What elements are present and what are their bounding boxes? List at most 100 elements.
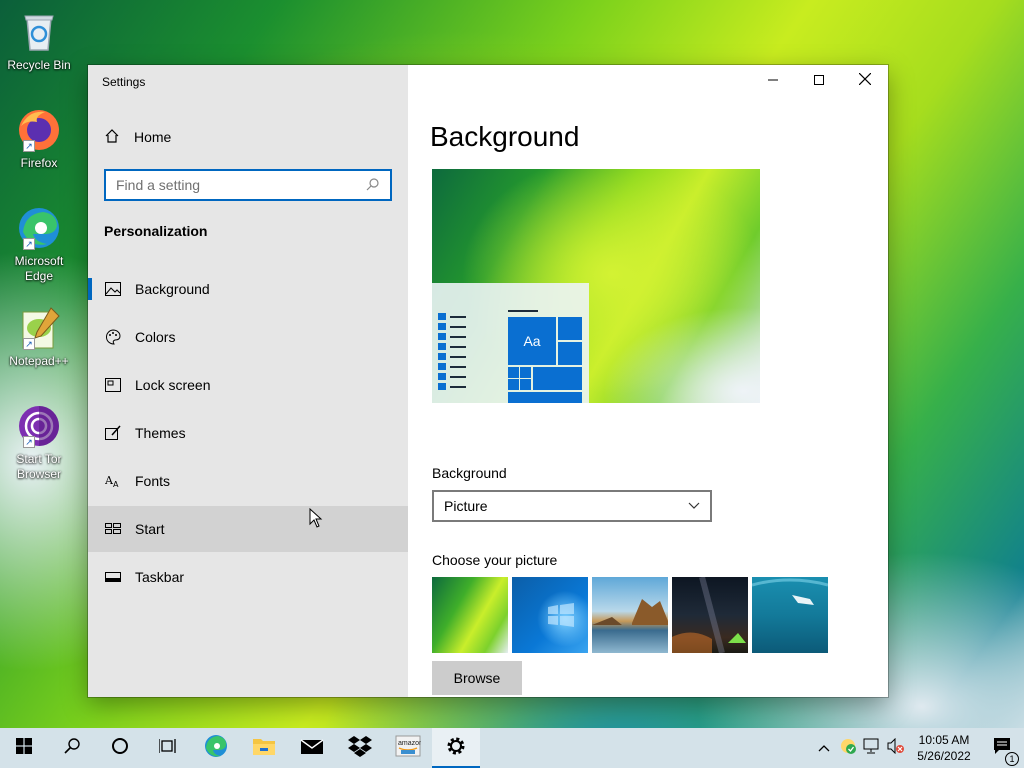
start-tiles-icon: [104, 523, 122, 535]
clock-time: 10:05 AM: [918, 733, 970, 747]
preview-start-menu: [438, 313, 468, 401]
task-view-icon: [158, 738, 177, 759]
tray-network-button[interactable]: [860, 728, 884, 768]
desktop-icon-label: Recycle Bin: [7, 58, 71, 72]
picture-thumb-underwater-swimmer[interactable]: [751, 577, 829, 653]
maximize-icon: [814, 72, 824, 90]
taskbar: amazon 10:05 AM 5/26/2022 1: [0, 728, 1024, 768]
task-view-button[interactable]: [144, 728, 192, 768]
dropbox-icon: [348, 735, 372, 762]
tray-volume-button[interactable]: [884, 728, 908, 768]
taskbar-file-explorer-button[interactable]: [240, 728, 288, 768]
tray-security-button[interactable]: [836, 728, 860, 768]
section-title: Personalization: [104, 223, 208, 239]
sidebar-item-lock-screen[interactable]: Lock screen: [88, 362, 408, 408]
page-title: Background: [430, 121, 580, 152]
sidebar-item-taskbar[interactable]: Taskbar: [88, 554, 408, 600]
windows-logo-icon: [548, 603, 574, 627]
background-type-value: Picture: [444, 498, 488, 514]
shortcut-arrow-icon: ↗: [23, 140, 35, 152]
taskbar-dropbox-button[interactable]: [336, 728, 384, 768]
search-input[interactable]: Find a setting: [104, 169, 392, 201]
choose-picture-label: Choose your picture: [432, 552, 558, 568]
window-title: Settings: [102, 75, 146, 89]
edge-icon: ↗: [15, 204, 63, 252]
settings-gear-icon: [445, 735, 467, 762]
desktop-icon-notepad-plus-plus[interactable]: ↗ Notepad++: [4, 304, 74, 369]
search-icon: [64, 737, 80, 759]
sidebar-home[interactable]: Home: [88, 121, 408, 153]
tor-browser-icon: ↗: [15, 402, 63, 450]
sidebar-item-fonts[interactable]: AA Fonts: [88, 458, 408, 504]
desktop-icon-firefox[interactable]: ↗ Firefox: [4, 106, 74, 171]
home-label: Home: [134, 129, 172, 145]
background-label: Background: [432, 465, 507, 481]
sidebar-item-label: Background: [135, 281, 210, 297]
sidebar-item-label: Start: [135, 521, 165, 537]
search-button[interactable]: [48, 728, 96, 768]
picture-thumb-night-sky-tent[interactable]: [672, 576, 748, 654]
desktop-icon-tor-browser[interactable]: ↗ Start Tor Browser: [4, 402, 74, 482]
sidebar-item-start[interactable]: Start: [88, 506, 408, 552]
sidebar-item-themes[interactable]: Themes: [88, 410, 408, 456]
notepad-plus-plus-icon: ↗: [15, 304, 63, 352]
main-content: Background Aa Background Picture Choose …: [408, 65, 888, 697]
sidebar: Settings Home Find a setting Personaliza…: [88, 65, 408, 697]
preview-tile-text: Aa: [508, 317, 556, 365]
palette-icon: [104, 329, 122, 345]
svg-text:A: A: [113, 480, 119, 488]
preview-tiles: Aa: [508, 317, 583, 403]
file-explorer-icon: [252, 736, 276, 761]
system-tray: 10:05 AM 5/26/2022 1: [812, 728, 1024, 768]
security-shield-icon: [839, 737, 857, 760]
desktop-icon-label: Firefox: [20, 156, 58, 170]
sidebar-item-label: Taskbar: [135, 569, 185, 585]
shortcut-arrow-icon: ↗: [23, 436, 35, 448]
taskbar-edge-button[interactable]: [192, 728, 240, 768]
sidebar-item-colors[interactable]: Colors: [88, 314, 408, 360]
taskbar-settings-button[interactable]: [432, 728, 480, 768]
sidebar-item-label: Fonts: [135, 473, 171, 489]
edge-icon: [204, 734, 228, 763]
desktop-icon-edge[interactable]: ↗ Microsoft Edge: [4, 204, 74, 284]
home-icon: [104, 128, 120, 147]
mouse-cursor-icon: [309, 508, 323, 528]
taskbar-clock[interactable]: 10:05 AM 5/26/2022: [908, 732, 980, 764]
sidebar-item-label: Themes: [135, 425, 186, 441]
chevron-down-icon: [688, 499, 700, 513]
notification-icon: 1: [993, 737, 1019, 766]
start-button[interactable]: [0, 728, 48, 768]
action-center-button[interactable]: 1: [980, 728, 1024, 768]
amazon-icon: amazon: [395, 735, 423, 762]
fonts-icon: AA: [104, 474, 122, 488]
picture-thumb-windows-blue[interactable]: [512, 577, 588, 653]
sidebar-item-label: Colors: [135, 329, 176, 345]
volume-muted-icon: [887, 737, 905, 759]
minimize-icon: [768, 72, 778, 90]
shortcut-arrow-icon: ↗: [23, 338, 35, 350]
notification-count-badge: 1: [1005, 751, 1019, 766]
start-icon: [16, 737, 32, 759]
close-button[interactable]: [842, 65, 888, 97]
background-type-select[interactable]: Picture: [432, 490, 712, 522]
cortana-button[interactable]: [96, 728, 144, 768]
cortana-icon: [111, 737, 129, 760]
search-placeholder: Find a setting: [116, 177, 201, 193]
picture-icon: [104, 282, 122, 296]
clock-date: 5/26/2022: [917, 749, 971, 763]
taskbar-mail-button[interactable]: [288, 728, 336, 768]
sidebar-item-background[interactable]: Background: [88, 266, 408, 312]
minimize-button[interactable]: [750, 65, 796, 97]
picture-thumb-green-abstract[interactable]: [432, 577, 508, 653]
taskbar-amazon-button[interactable]: amazon: [384, 728, 432, 768]
desktop-icon-label: Start Tor Browser: [16, 452, 62, 481]
mail-icon: [300, 737, 324, 760]
underwater-scene: [751, 578, 829, 605]
maximize-button[interactable]: [796, 65, 842, 97]
firefox-icon: ↗: [15, 106, 63, 154]
show-hidden-icons-button[interactable]: [812, 728, 836, 768]
desktop-icon-recycle-bin[interactable]: Recycle Bin: [4, 8, 74, 73]
browse-button[interactable]: Browse: [432, 661, 522, 695]
desktop-icon-label: Notepad++: [9, 354, 69, 368]
picture-thumb-coastal-rocks[interactable]: [592, 577, 668, 653]
